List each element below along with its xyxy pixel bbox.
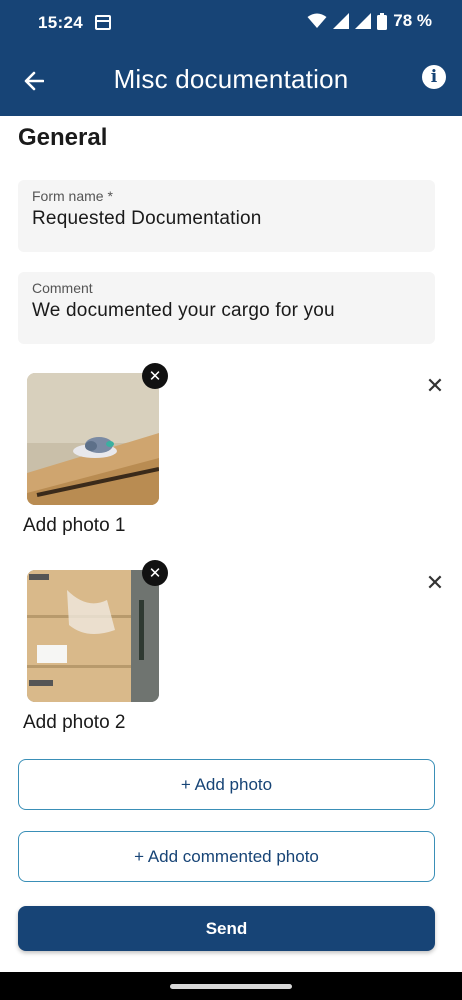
close-icon: ✕ — [148, 367, 162, 385]
form-content: General Form name * Requested Documentat… — [0, 116, 462, 972]
add-commented-photo-button[interactable]: + Add commented photo — [18, 831, 435, 882]
photo-entry-2: ✕ ✕ Add photo 2 — [0, 560, 462, 750]
section-title: General — [18, 124, 108, 151]
send-button[interactable]: Send — [18, 906, 435, 951]
form-name-value: Requested Documentation — [32, 208, 262, 229]
comment-field[interactable]: Comment We documented your cargo for you — [18, 272, 435, 344]
status-time: 15:24 — [38, 13, 83, 32]
delete-photo-button-2[interactable]: ✕ — [422, 570, 448, 596]
navigation-bar — [0, 972, 462, 1000]
photo-thumbnail-2[interactable] — [27, 570, 159, 702]
battery-icon — [377, 12, 388, 30]
photo-label-1: Add photo 1 — [23, 515, 126, 536]
photo-label-2: Add photo 2 — [23, 712, 126, 733]
status-indicators: 78 % — [307, 11, 432, 31]
comment-label: Comment — [32, 280, 93, 296]
photo-thumbnail-1[interactable] — [27, 373, 159, 505]
remove-thumbnail-button-1[interactable]: ✕ — [142, 363, 168, 389]
add-photo-button[interactable]: + Add photo — [18, 759, 435, 810]
wifi-icon — [307, 13, 327, 28]
form-name-field[interactable]: Form name * Requested Documentation — [18, 180, 435, 252]
remove-thumbnail-button-2[interactable]: ✕ — [142, 560, 168, 586]
close-icon: ✕ — [425, 373, 445, 398]
comment-value: We documented your cargo for you — [32, 300, 335, 321]
info-button[interactable]: i — [422, 65, 446, 89]
status-bar: 15:24 78 % — [0, 0, 462, 46]
signal-icon — [333, 13, 350, 29]
app-bar: Misc documentation i — [0, 46, 462, 116]
form-name-label: Form name * — [32, 188, 113, 204]
close-icon: ✕ — [425, 570, 445, 595]
calendar-icon — [95, 15, 111, 30]
signal-icon — [355, 13, 372, 29]
home-gesture-handle[interactable] — [170, 984, 292, 989]
close-icon: ✕ — [148, 564, 162, 582]
info-icon: i — [430, 67, 438, 87]
delete-photo-button-1[interactable]: ✕ — [422, 373, 448, 399]
photo-entry-1: ✕ ✕ Add photo 1 — [0, 363, 462, 553]
battery-percentage: 78 % — [393, 11, 432, 30]
page-title: Misc documentation — [113, 64, 349, 94]
